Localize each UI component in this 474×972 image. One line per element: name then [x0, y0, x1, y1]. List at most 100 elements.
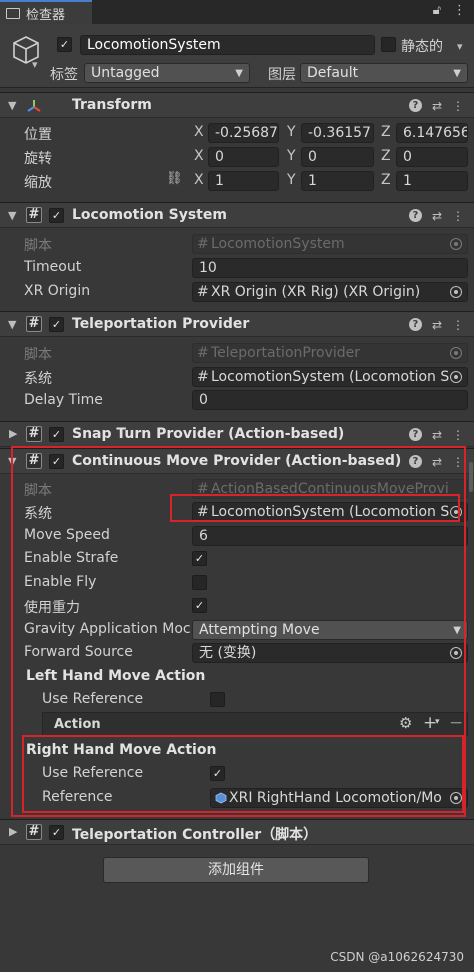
tab-inspector[interactable]: 检查器 [0, 0, 92, 24]
axis-x-label: X [194, 148, 204, 164]
icon-dropdown-icon[interactable]: ▾ [32, 58, 38, 71]
component-enabled-checkbox[interactable]: ✓ [49, 427, 64, 442]
preset-icon[interactable]: ⇄ [432, 428, 442, 442]
object-picker-icon [450, 347, 462, 359]
position-y-field[interactable]: -0.36157 [301, 123, 374, 143]
foldout-expanded-icon[interactable]: ▼ [8, 209, 16, 222]
context-menu-icon[interactable]: ⋮ [452, 209, 464, 223]
context-menu-icon[interactable]: ⋮ [452, 428, 464, 442]
component-enabled-checkbox[interactable]: ✓ [49, 825, 64, 840]
static-label: 静态的 [401, 39, 443, 55]
scale-y-field[interactable]: 1 [301, 171, 374, 191]
system-field[interactable]: # LocomotionSystem (Locomotion S [192, 367, 468, 387]
snap-turn-provider-header[interactable]: ▶ # ✓ Snap Turn Provider (Action-based) … [0, 421, 474, 447]
script-file-icon: # [197, 284, 209, 300]
teleportation-controller-title: Teleportation Controller（脚本） [72, 824, 317, 844]
help-icon[interactable]: ? [408, 428, 422, 441]
teleportation-controller-header[interactable]: ▶ # ✓ Teleportation Controller（脚本） [0, 819, 474, 845]
teleportation-controller-name: Teleportation Controller [72, 827, 262, 843]
menu-icon[interactable]: ⋮ [453, 3, 466, 18]
static-checkbox[interactable] [381, 37, 396, 52]
object-active-checkbox[interactable]: ✓ [57, 37, 72, 52]
script-file-icon: # [197, 345, 209, 361]
xr-origin-value: XR Origin (XR Rig) (XR Origin) [211, 284, 421, 300]
add-component-button[interactable]: 添加组件 [103, 857, 369, 883]
transform-axes-icon [27, 100, 41, 112]
transform-header[interactable]: ▼ Transform ? ⇄ ⋮ [0, 92, 474, 118]
axis-x-label: X [194, 124, 204, 140]
layer-value: Default [307, 65, 359, 81]
tag-dropdown[interactable]: Untagged ▼ [84, 63, 250, 83]
object-name-field[interactable]: LocomotionSystem [80, 35, 375, 55]
rotation-z-field[interactable]: 0 [396, 147, 468, 167]
object-picker-icon[interactable] [450, 286, 462, 298]
script-suffix: （脚本） [261, 827, 318, 843]
axis-x-label: X [194, 172, 204, 188]
foldout-expanded-icon[interactable]: ▼ [8, 318, 16, 331]
axis-y-label: Y [287, 124, 296, 140]
lock-icon[interactable]: 🔓︎ [433, 3, 441, 18]
rotation-label: 旋转 [24, 151, 52, 167]
timeout-label: Timeout [24, 259, 82, 275]
help-icon[interactable]: ? [408, 318, 422, 331]
transform-title: Transform [72, 97, 152, 113]
preset-icon[interactable]: ⇄ [432, 209, 442, 223]
help-icon[interactable]: ? [408, 99, 422, 112]
timeout-field[interactable]: 10 [192, 258, 468, 278]
foldout-collapsed-icon[interactable]: ▶ [9, 825, 17, 838]
script-file-icon: # [197, 236, 209, 252]
script-field: # LocomotionSystem [192, 234, 468, 254]
script-icon: # [26, 824, 42, 840]
teleportation-provider-title: Teleportation Provider [72, 316, 250, 332]
watermark: CSDN @a1062624730 [330, 950, 464, 964]
axis-y-label: Y [287, 148, 296, 164]
component-header-icons: ? ⇄ ⋮ [408, 428, 464, 442]
object-picker-icon[interactable] [450, 371, 462, 383]
rotation-x-field[interactable]: 0 [208, 147, 279, 167]
xr-origin-label: XR Origin [24, 283, 91, 299]
context-menu-icon[interactable]: ⋮ [452, 318, 464, 332]
locomotion-system-header[interactable]: ▼ # ✓ Locomotion System ? ⇄ ⋮ [0, 202, 474, 228]
context-menu-icon[interactable]: ⋮ [452, 99, 464, 113]
tag-label: 标签 [50, 67, 78, 83]
foldout-collapsed-icon[interactable]: ▶ [9, 427, 17, 440]
axis-z-label: Z [381, 124, 391, 140]
component-header-icons: ? ⇄ ⋮ [408, 318, 464, 332]
xr-origin-field[interactable]: # XR Origin (XR Rig) (XR Origin) [192, 282, 468, 302]
scrollbar-thumb[interactable] [469, 462, 473, 492]
script-icon: # [26, 207, 42, 223]
chevron-down-icon: ▼ [453, 68, 461, 79]
script-icon: # [26, 316, 42, 332]
system-label: 系统 [24, 371, 52, 387]
layer-label: 图层 [268, 67, 296, 83]
preset-icon[interactable]: ⇄ [432, 99, 442, 113]
transform-header-icons: ? ⇄ ⋮ [408, 99, 464, 113]
system-value: LocomotionSystem (Locomotion S [211, 369, 450, 385]
axis-z-label: Z [381, 148, 391, 164]
constrain-proportions-icon[interactable]: ⛓︎ [166, 171, 183, 186]
script-label: 脚本 [24, 347, 52, 363]
scale-label: 缩放 [24, 175, 52, 191]
layer-dropdown[interactable]: Default ▼ [300, 63, 468, 83]
help-icon[interactable]: ? [408, 209, 422, 222]
teleportation-provider-header[interactable]: ▼ # ✓ Teleportation Provider ? ⇄ ⋮ [0, 311, 474, 337]
locomotion-system-title: Locomotion System [72, 207, 227, 223]
component-enabled-checkbox[interactable]: ✓ [49, 317, 64, 332]
delay-time-field[interactable]: 0 [192, 390, 468, 410]
axis-y-label: Y [287, 172, 296, 188]
delay-time-label: Delay Time [24, 392, 103, 408]
foldout-expanded-icon[interactable]: ▼ [8, 99, 16, 112]
rotation-y-field[interactable]: 0 [301, 147, 374, 167]
scale-x-field[interactable]: 1 [208, 171, 279, 191]
scale-z-field[interactable]: 1 [396, 171, 468, 191]
chevron-down-icon: ▼ [235, 68, 243, 79]
script-field: # TeleportationProvider [192, 343, 468, 363]
position-x-field[interactable]: -0.25687 [208, 123, 279, 143]
system-field-highlight-box [170, 494, 460, 522]
window-controls: 🔓︎ ⋮ [433, 3, 466, 18]
preset-icon[interactable]: ⇄ [432, 318, 442, 332]
position-z-field[interactable]: 6.147656 [396, 123, 468, 143]
right-hand-highlight-box [22, 735, 464, 813]
component-enabled-checkbox[interactable]: ✓ [49, 208, 64, 223]
static-dropdown-icon[interactable]: ▾ [457, 40, 463, 53]
